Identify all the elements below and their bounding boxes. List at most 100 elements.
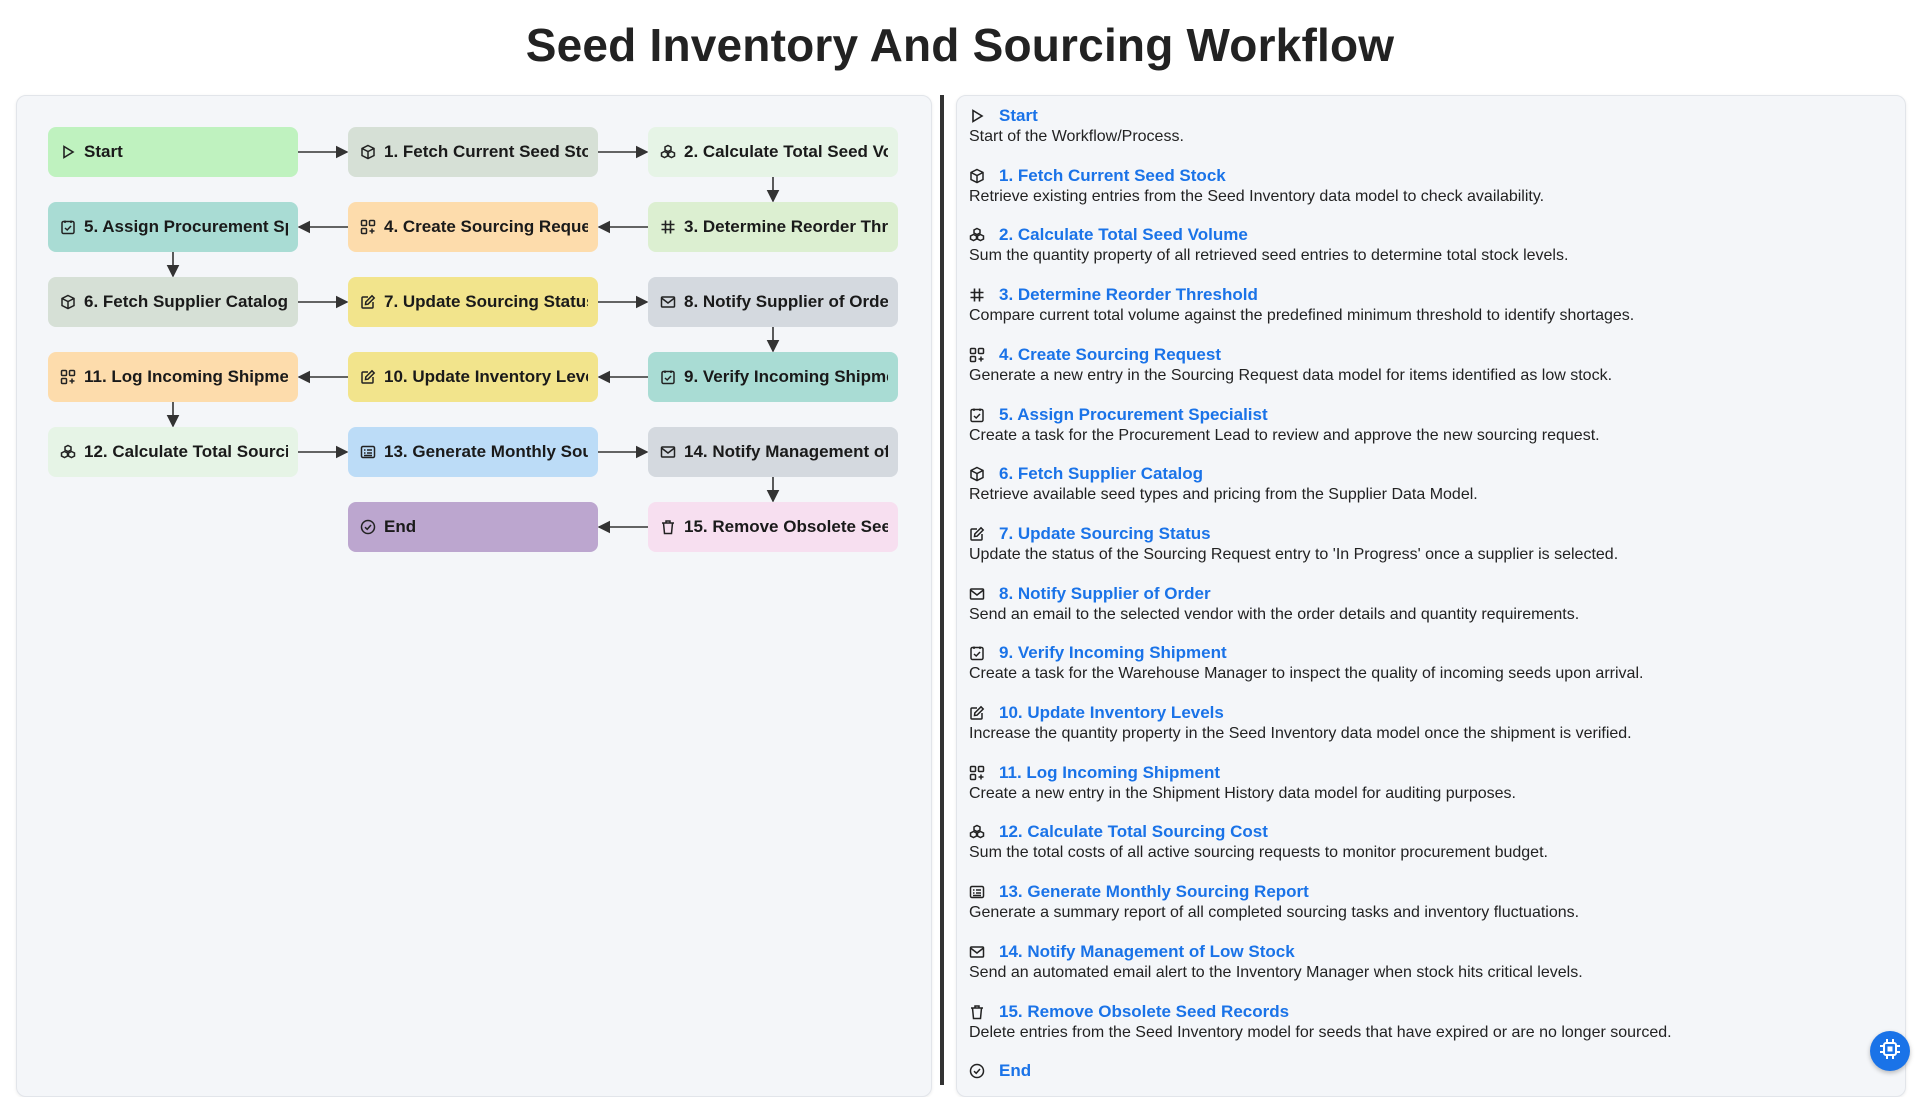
step-title-link[interactable]: 2. Calculate Total Seed Volume [999,225,1248,245]
hash-icon [660,219,676,235]
node-label: 8. Notify Supplier of Order [684,292,888,311]
step-title-link[interactable]: 1. Fetch Current Seed Stock [999,166,1226,186]
step-description: Generate a new entry in the Sourcing Req… [969,366,1613,384]
step-description: Update the status of the Sourcing Reques… [969,545,1619,563]
step-item: 15. Remove Obsolete Seed Records Delete e… [969,1001,1889,1043]
node-n12[interactable]: 12. Calculate Total Sourcing Cost [48,427,298,477]
node-n15[interactable]: 15. Remove Obsolete Seed Records [648,502,898,552]
step-item: 9. Verify Incoming Shipment Create a task… [969,642,1889,684]
step-description: Generate a summary report of all complet… [969,904,1580,922]
box-icon [360,144,376,160]
node-n11[interactable]: 11. Log Incoming Shipment [48,352,298,402]
node-label: 9. Verify Incoming Shipment [684,367,888,386]
node-n1[interactable]: 1. Fetch Current Seed Stock [348,127,598,177]
calculate-icon [969,227,985,243]
edit-icon [360,369,376,385]
node-n4[interactable]: 4. Create Sourcing Request [348,202,598,252]
node-label: 10. Update Inventory Levels [384,367,588,386]
step-title-link[interactable]: 10. Update Inventory Levels [999,703,1224,723]
hash-icon [969,287,985,303]
step-item: 13. Generate Monthly Sourcing Report Gene… [969,881,1889,923]
node-n13[interactable]: 13. Generate Monthly Sourcing Report [348,427,598,477]
step-item: 7. Update Sourcing Status Update the stat… [969,523,1889,565]
node-label: 6. Fetch Supplier Catalog [84,292,288,311]
step-title-link[interactable]: 8. Notify Supplier of Order [999,584,1211,604]
edit-icon [969,705,985,721]
step-item: 11. Log Incoming Shipment Create a new en… [969,762,1889,804]
node-n5[interactable]: 5. Assign Procurement Specialist [48,202,298,252]
grid-plus-icon [360,219,376,235]
node-n10[interactable]: 10. Update Inventory Levels [348,352,598,402]
edit-icon [969,526,985,542]
play-icon [969,108,985,124]
step-title-link[interactable]: End [999,1061,1031,1081]
mail-icon [660,444,676,460]
node-label: Start [84,142,123,161]
step-description: Send an email to the selected vendor wit… [969,605,1580,623]
node-label: 7. Update Sourcing Status [384,292,588,311]
step-description: Retrieve existing entries from the Seed … [969,187,1545,205]
step-title-link[interactable]: 5. Assign Procurement Specialist [999,405,1268,425]
play-icon [60,144,76,160]
step-title-link[interactable]: 14. Notify Management of Low Stock [999,942,1295,962]
calculate-icon [660,144,676,160]
step-item: 5. Assign Procurement Specialist Create a… [969,404,1889,446]
step-title-link[interactable]: 11. Log Incoming Shipment [999,763,1220,783]
report-icon [969,884,985,900]
steps-panel[interactable]: Start Start of the Workflow/Process. 1. Fe… [956,95,1906,1097]
step-item: Start Start of the Workflow/Process. [969,105,1889,147]
node-n9[interactable]: 9. Verify Incoming Shipment [648,352,898,402]
node-n7[interactable]: 7. Update Sourcing Status [348,277,598,327]
node-label: 12. Calculate Total Sourcing Cost [84,442,288,461]
node-label: 2. Calculate Total Seed Volume [684,142,888,161]
task-check-icon [969,645,985,661]
step-title-link[interactable]: 3. Determine Reorder Threshold [999,285,1258,305]
node-n2[interactable]: 2. Calculate Total Seed Volume [648,127,898,177]
mail-icon [660,294,676,310]
step-description: Compare current total volume against the… [969,307,1635,325]
step-title-link[interactable]: 12. Calculate Total Sourcing Cost [999,822,1268,842]
node-end[interactable]: End [348,502,598,552]
step-item: 3. Determine Reorder Threshold Compare cu… [969,284,1889,326]
mail-icon [969,944,985,960]
assistant-button[interactable] [1870,1031,1910,1071]
node-label: 3. Determine Reorder Threshold [684,217,888,236]
edit-icon [360,294,376,310]
mail-icon [969,586,985,602]
box-icon [969,466,985,482]
step-title-link[interactable]: 6. Fetch Supplier Catalog [999,464,1203,484]
step-description: Start of the Workflow/Process. [969,128,1184,145]
chip-icon [1878,1037,1902,1066]
step-title-link[interactable]: 4. Create Sourcing Request [999,345,1221,365]
step-title-link[interactable]: 7. Update Sourcing Status [999,524,1211,544]
node-n3[interactable]: 3. Determine Reorder Threshold [648,202,898,252]
node-start[interactable]: Start [48,127,298,177]
check-circle-icon [360,519,376,535]
step-description: Retrieve available seed types and pricin… [969,486,1478,504]
step-title-link[interactable]: 13. Generate Monthly Sourcing Report [999,882,1309,902]
panel-divider[interactable] [940,95,944,1085]
node-label: 5. Assign Procurement Specialist [84,217,288,236]
node-n8[interactable]: 8. Notify Supplier of Order [648,277,898,327]
node-n6[interactable]: 6. Fetch Supplier Catalog [48,277,298,327]
step-title-link[interactable]: 15. Remove Obsolete Seed Records [999,1002,1289,1022]
step-item: 4. Create Sourcing Request Generate a new… [969,344,1889,386]
check-circle-icon [969,1063,985,1079]
step-description: Create a new entry in the Shipment Histo… [969,784,1516,802]
calculate-icon [969,824,985,840]
trash-icon [660,519,676,535]
step-description: Sum the total costs of all active sourci… [969,844,1548,862]
node-label: 11. Log Incoming Shipment [84,367,288,386]
grid-plus-icon [969,765,985,781]
node-n14[interactable]: 14. Notify Management of Low Stock [648,427,898,477]
step-title-link[interactable]: 9. Verify Incoming Shipment [999,643,1227,663]
step-description: Send an automated email alert to the Inv… [969,963,1583,981]
step-item: 1. Fetch Current Seed Stock Retrieve exis… [969,165,1889,207]
step-item: 10. Update Inventory Levels Increase the … [969,702,1889,744]
step-description: Sum the quantity property of all retriev… [969,247,1569,265]
node-label: 13. Generate Monthly Sourcing Report [384,442,588,461]
workflow-canvas[interactable]: Start 1. Fetch Current Seed Stock 2. Calcu… [16,95,932,1097]
node-label: End [384,517,417,536]
step-description: Create a task for the Warehouse Manager … [969,665,1644,683]
step-title-link[interactable]: Start [999,106,1038,126]
